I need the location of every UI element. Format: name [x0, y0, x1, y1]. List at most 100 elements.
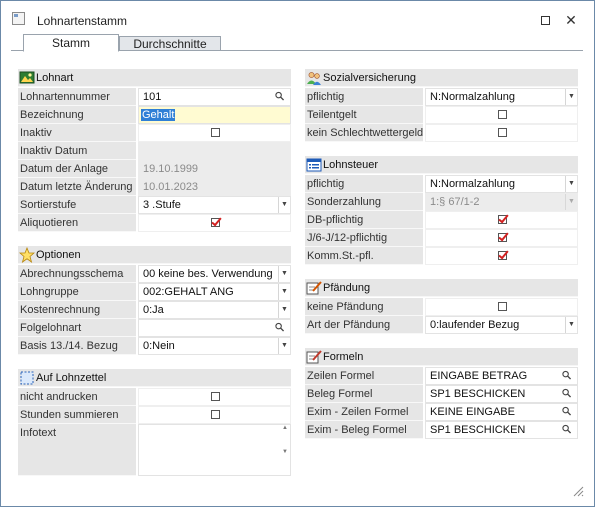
- chevron-down-icon[interactable]: ▼: [278, 266, 290, 282]
- schlechtwettergeld-cell: [425, 124, 578, 142]
- row-beleg-formel: Beleg Formel SP1 BESCHICKEN: [305, 385, 578, 403]
- lst-pflichtig-select[interactable]: N:Normalzahlung ▼: [425, 175, 578, 193]
- row-nicht-andrucken: nicht andrucken: [18, 388, 291, 406]
- teilentgelt-cell: [425, 106, 578, 124]
- bezeichnung-field[interactable]: Gehalt: [138, 106, 291, 124]
- field-label: kein Schlechtwettergeld: [305, 124, 423, 142]
- row-teilentgelt: Teilentgelt: [305, 106, 578, 124]
- field-label: Art der Pfändung: [305, 316, 423, 334]
- section-lohnart: Lohnart Lohnartennummer 101 Bezeichnung …: [18, 69, 291, 232]
- db-pflichtig-checkbox[interactable]: [497, 215, 507, 224]
- search-icon[interactable]: [562, 388, 571, 398]
- j6-j12-cell: [425, 229, 578, 247]
- section-lohnsteuer: Lohnsteuer pflichtig N:Normalzahlung ▼ S…: [305, 156, 578, 265]
- beleg-formel-field[interactable]: SP1 BESCHICKEN: [425, 385, 578, 403]
- section-header-optionen: Optionen: [18, 246, 291, 264]
- lohnartennummer-field[interactable]: 101: [138, 88, 291, 106]
- field-label: Basis 13./14. Bezug: [18, 337, 136, 355]
- field-value: 0:laufender Bezug: [430, 319, 520, 331]
- maximize-button[interactable]: [534, 10, 556, 30]
- scrollbar[interactable]: ▲ ▼: [281, 425, 289, 475]
- section-formeln: Formeln Zeilen Formel EINGABE BETRAG Bel…: [305, 348, 578, 439]
- chevron-down-icon[interactable]: ▼: [565, 176, 577, 192]
- row-folgelohnart: Folgelohnart: [18, 319, 291, 337]
- section-optionen: Optionen Abrechnungsschema 00 keine bes.…: [18, 246, 291, 355]
- aliquotieren-cell: [138, 214, 291, 232]
- nicht-andrucken-cell: [138, 388, 291, 406]
- chevron-down-icon[interactable]: ▼: [278, 197, 290, 213]
- sv-pflichtig-select[interactable]: N:Normalzahlung ▼: [425, 88, 578, 106]
- star-icon: [19, 247, 35, 263]
- inaktiv-checkbox[interactable]: [210, 128, 220, 137]
- row-sonderzahlung: Sonderzahlung 1:§ 67/1-2 ▼: [305, 193, 578, 211]
- close-button[interactable]: ✕: [560, 10, 582, 30]
- row-stunden-summieren: Stunden summieren: [18, 406, 291, 424]
- basis-bezug-select[interactable]: 0:Nein ▼: [138, 337, 291, 355]
- section-header-formeln: Formeln: [305, 348, 578, 366]
- row-lst-pflichtig: pflichtig N:Normalzahlung ▼: [305, 175, 578, 193]
- exim-zeilen-formel-field[interactable]: KEINE EINGABE: [425, 403, 578, 421]
- field-value: SP1 BESCHICKEN: [430, 388, 526, 400]
- nicht-andrucken-checkbox[interactable]: [210, 392, 220, 401]
- art-pfaendung-select[interactable]: 0:laufender Bezug ▼: [425, 316, 578, 334]
- resize-grip-icon[interactable]: [572, 485, 584, 497]
- zeilen-formel-field[interactable]: EINGABE BETRAG: [425, 367, 578, 385]
- datum-anlage-field: 19.10.1999: [138, 160, 291, 178]
- chevron-down-icon[interactable]: ▼: [278, 284, 290, 300]
- exim-beleg-formel-field[interactable]: SP1 BESCHICKEN: [425, 421, 578, 439]
- row-basis-bezug: Basis 13./14. Bezug 0:Nein ▼: [18, 337, 291, 355]
- field-label: nicht andrucken: [18, 388, 136, 406]
- teilentgelt-checkbox[interactable]: [497, 110, 507, 119]
- maximize-icon: [540, 16, 550, 26]
- stunden-summieren-cell: [138, 406, 291, 424]
- search-icon[interactable]: [275, 322, 284, 332]
- tab-stamm[interactable]: Stamm: [23, 34, 119, 52]
- row-datum-aenderung: Datum letzte Änderung 10.01.2023: [18, 178, 291, 196]
- search-icon[interactable]: [562, 370, 571, 380]
- stunden-summieren-checkbox[interactable]: [210, 410, 220, 419]
- section-header-pfaendung: Pfändung: [305, 279, 578, 297]
- window-title: Lohnartenstamm: [37, 14, 128, 28]
- selection-frame-icon: [20, 371, 34, 385]
- infotext-textarea[interactable]: ▲ ▼: [138, 424, 291, 476]
- row-inaktiv: Inaktiv: [18, 124, 291, 142]
- picture-icon: [19, 71, 35, 84]
- sortierstufe-select[interactable]: 3 .Stufe ▼: [138, 196, 291, 214]
- field-label: Datum letzte Änderung: [18, 178, 136, 196]
- schlechtwettergeld-checkbox[interactable]: [497, 128, 507, 137]
- chevron-down-icon[interactable]: ▼: [278, 302, 290, 318]
- search-icon[interactable]: [562, 406, 571, 416]
- tab-durchschnitte[interactable]: Durchschnitte: [119, 36, 221, 51]
- aliquotieren-checkbox[interactable]: [210, 218, 220, 227]
- left-column: Lohnart Lohnartennummer 101 Bezeichnung …: [18, 69, 291, 490]
- app-icon: [12, 12, 25, 25]
- komm-st-checkbox[interactable]: [497, 251, 507, 260]
- section-title: Lohnart: [36, 72, 74, 84]
- row-exim-beleg-formel: Exim - Beleg Formel SP1 BESCHICKEN: [305, 421, 578, 439]
- field-label: Lohnartennummer: [18, 88, 136, 106]
- field-label: Inaktiv: [18, 124, 136, 142]
- field-value: 00 keine bes. Verwendung: [143, 268, 273, 280]
- field-label: keine Pfändung: [305, 298, 423, 316]
- j6-j12-checkbox[interactable]: [497, 233, 507, 242]
- section-title: Optionen: [36, 249, 81, 261]
- keine-pfaendung-checkbox[interactable]: [497, 302, 507, 311]
- row-j6-j12: J/6-J/12-pflichtig: [305, 229, 578, 247]
- field-label: pflichtig: [305, 88, 423, 106]
- search-icon[interactable]: [562, 424, 571, 434]
- chevron-down-icon[interactable]: ▼: [278, 338, 290, 354]
- field-label: Sortierstufe: [18, 196, 136, 214]
- chevron-down-icon[interactable]: ▼: [565, 89, 577, 105]
- db-pflichtig-cell: [425, 211, 578, 229]
- row-datum-anlage: Datum der Anlage 19.10.1999: [18, 160, 291, 178]
- search-icon[interactable]: [275, 91, 284, 101]
- abrechnungsschema-select[interactable]: 00 keine bes. Verwendung ▼: [138, 265, 291, 283]
- field-label: Bezeichnung: [18, 106, 136, 124]
- field-value: KEINE EINGABE: [430, 406, 515, 418]
- folgelohnart-field[interactable]: [138, 319, 291, 337]
- chevron-down-icon[interactable]: ▼: [565, 317, 577, 333]
- field-value: N:Normalzahlung: [430, 178, 515, 190]
- kostenrechnung-select[interactable]: 0:Ja ▼: [138, 301, 291, 319]
- row-schlechtwettergeld: kein Schlechtwettergeld: [305, 124, 578, 142]
- lohngruppe-select[interactable]: 002:GEHALT ANG ▼: [138, 283, 291, 301]
